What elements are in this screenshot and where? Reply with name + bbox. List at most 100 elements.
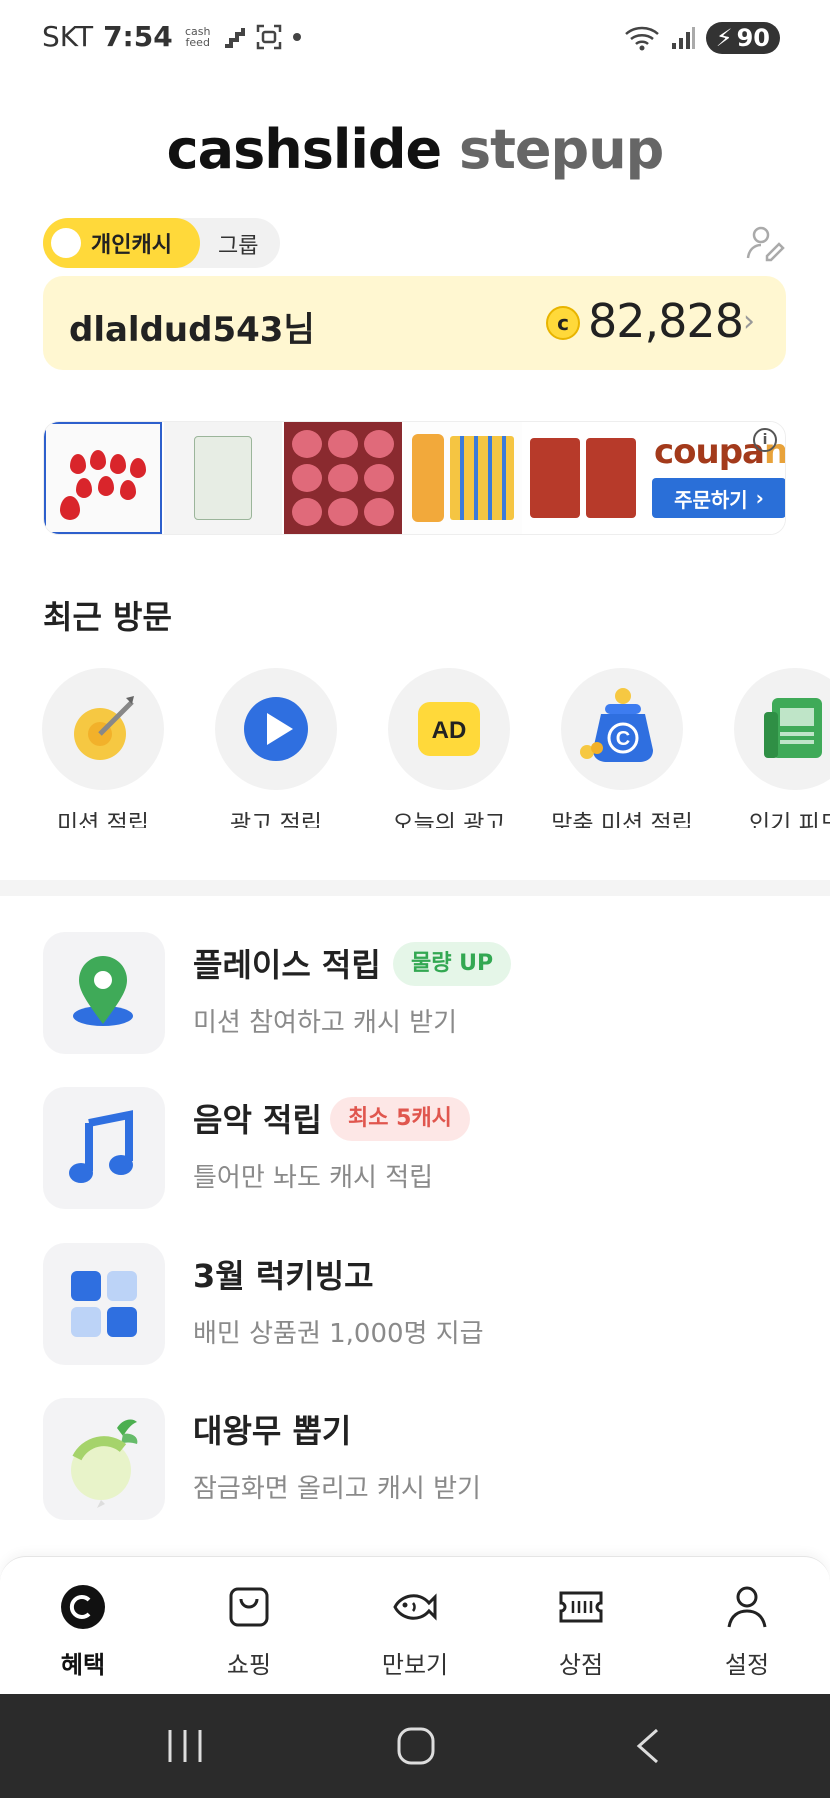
wifi-icon — [624, 26, 659, 51]
list-item-music[interactable]: 음악 적립 최소 5캐시 틀어만 놔도 캐시 적립 — [43, 1087, 793, 1209]
ad-banner[interactable]: coupang i 주문하기 › — [43, 421, 786, 535]
order-button[interactable]: 주문하기 › — [652, 478, 785, 518]
cell-signal-icon — [671, 27, 695, 49]
list-subtitle: 배민 상품권 1,000명 지급 — [193, 1319, 484, 1349]
svg-text:AD: AD — [432, 717, 467, 744]
list-title: 3월 럭키빙고 — [193, 1257, 374, 1295]
ad-product-rice[interactable] — [164, 422, 282, 534]
back-icon[interactable] — [625, 1724, 675, 1768]
ad-product-bags[interactable] — [524, 422, 642, 534]
nav-label: 만보기 — [381, 1651, 449, 1679]
ad-product-apple[interactable] — [284, 422, 402, 534]
recent-item-label: 미션 적립 — [57, 811, 149, 828]
nav-shopping[interactable]: 쇼핑 — [189, 1583, 309, 1680]
recent-item-label: 광고 적립 — [230, 811, 322, 828]
radish-icon — [71, 1419, 138, 1508]
svg-text:C: C — [616, 728, 630, 750]
cash-balance-card[interactable]: dlaldud543님 c 82,828 › — [43, 276, 786, 370]
bottom-navigation: 혜택 쇼핑 만보기 상점 설정 — [0, 1556, 830, 1694]
map-pin-icon — [73, 956, 133, 1026]
toggle-personal-label: 개인캐시 — [91, 233, 172, 258]
clock: 7:54 — [103, 20, 173, 53]
benefit-coin-icon — [61, 1585, 105, 1629]
recent-visits-title: 최근 방문 — [43, 598, 172, 636]
recent-item-popular-feed[interactable]: 인기 피드 — [710, 668, 830, 828]
nav-pedometer[interactable]: 만보기 — [355, 1583, 475, 1680]
nav-settings[interactable]: 설정 — [687, 1583, 807, 1680]
nav-label: 설정 — [724, 1651, 770, 1679]
nav-benefit[interactable]: 혜택 — [23, 1583, 143, 1680]
list-subtitle: 틀어만 놔도 캐시 적립 — [193, 1163, 434, 1193]
ad-product-strawberry[interactable] — [44, 422, 162, 534]
cash-amount: 82,828 — [588, 294, 744, 348]
logo-stepup: stepup — [458, 118, 664, 181]
list-item-radish[interactable]: 대왕무 뽑기 잠금화면 올리고 캐시 받기 — [43, 1398, 793, 1520]
recent-apps-icon[interactable] — [160, 1724, 210, 1768]
app-logo: cashslide stepup — [0, 118, 830, 181]
list-subtitle: 잠금화면 올리고 캐시 받기 — [193, 1474, 481, 1504]
logo-cashslide: cashslide — [166, 118, 442, 181]
username: dlaldud543님 — [69, 310, 315, 350]
cash-coin-icon: c — [546, 306, 580, 340]
nav-label: 쇼핑 — [226, 1651, 272, 1679]
notification-dot-icon — [292, 32, 301, 41]
status-right: ⚡ 90 — [624, 22, 780, 54]
toggle-group-label[interactable]: 그룹 — [218, 228, 258, 260]
recent-item-mission[interactable]: 미션 적립 — [18, 668, 188, 828]
cash-type-toggle[interactable]: 개인캐시 그룹 — [43, 218, 280, 268]
ad-icon: AD — [418, 702, 480, 756]
section-divider — [0, 880, 830, 896]
newspaper-icon — [764, 698, 822, 758]
badge-volume-up: 물량 UP — [393, 942, 512, 986]
target-icon — [74, 696, 134, 760]
fish-pedometer-icon — [393, 1593, 437, 1621]
battery-level: 90 — [736, 24, 770, 52]
toggle-knob — [51, 228, 81, 258]
carrier-label: SKT — [42, 20, 94, 53]
list-item-place[interactable]: 플레이스 적립 물량 UP 미션 참여하고 캐시 받기 — [43, 932, 793, 1054]
list-icon-box — [43, 1087, 165, 1209]
music-note-icon — [69, 1110, 133, 1183]
list-icon-box — [43, 1243, 165, 1365]
coin-bag-icon: C — [580, 688, 653, 762]
play-icon — [244, 697, 308, 761]
list-icon-box — [43, 932, 165, 1054]
chevron-right-icon: › — [743, 304, 755, 339]
badge-min-cash: 최소 5캐시 — [330, 1097, 470, 1141]
list-title: 플레이스 적립 — [193, 946, 381, 984]
nav-label: 혜택 — [60, 1651, 106, 1679]
coupang-ad[interactable]: coupang i 주문하기 › — [644, 422, 785, 534]
nav-store[interactable]: 상점 — [521, 1583, 641, 1680]
recent-item-ad-reward[interactable]: 광고 적립 — [191, 668, 361, 828]
recent-item-custom-mission[interactable]: C 맞춤 미션 적립 — [537, 668, 707, 828]
ad-info-icon[interactable]: i — [753, 428, 777, 452]
recent-item-today-ad[interactable]: AD 오늘의 광고 — [364, 668, 534, 828]
ad-product-vitamin[interactable] — [404, 422, 522, 534]
signal-steps-icon — [224, 27, 245, 48]
store-ticket-icon — [559, 1591, 603, 1623]
nav-label: 상점 — [558, 1651, 604, 1679]
system-navigation-bar — [0, 1694, 830, 1798]
toggle-personal-cash[interactable]: 개인캐시 — [43, 218, 200, 268]
list-title: 음악 적립 — [193, 1101, 322, 1139]
screenshot-icon — [256, 24, 281, 49]
list-icon-box — [43, 1398, 165, 1520]
order-button-label: 주문하기 — [674, 487, 748, 512]
shopping-bag-icon — [229, 1587, 269, 1627]
battery-indicator: ⚡ 90 — [705, 22, 780, 54]
charging-bolt-icon: ⚡ — [715, 24, 733, 52]
recent-item-label: 인기 피드 — [749, 811, 830, 828]
status-left: SKT 7:54 cash feed — [42, 20, 301, 53]
list-item-bingo[interactable]: 3월 럭키빙고 배민 상품권 1,000명 지급 — [43, 1243, 793, 1365]
recent-item-label: 맞춤 미션 적립 — [551, 811, 693, 828]
status-bar: SKT 7:54 cash feed ⚡ 90 — [0, 0, 830, 78]
home-icon[interactable] — [391, 1724, 441, 1768]
bingo-grid-icon — [71, 1271, 137, 1337]
recent-visits-row[interactable]: 미션 적립 광고 적립 AD 오늘의 광고 C 맞춤 미션 적립 인기 피드 — [0, 668, 830, 828]
list-title: 대왕무 뽑기 — [193, 1412, 352, 1450]
person-icon — [727, 1586, 767, 1628]
cash-feed-icon: cash feed — [184, 24, 211, 49]
list-subtitle: 미션 참여하고 캐시 받기 — [193, 1008, 457, 1038]
recent-item-label: 오늘의 광고 — [392, 811, 506, 828]
profile-edit-icon[interactable] — [745, 222, 787, 264]
